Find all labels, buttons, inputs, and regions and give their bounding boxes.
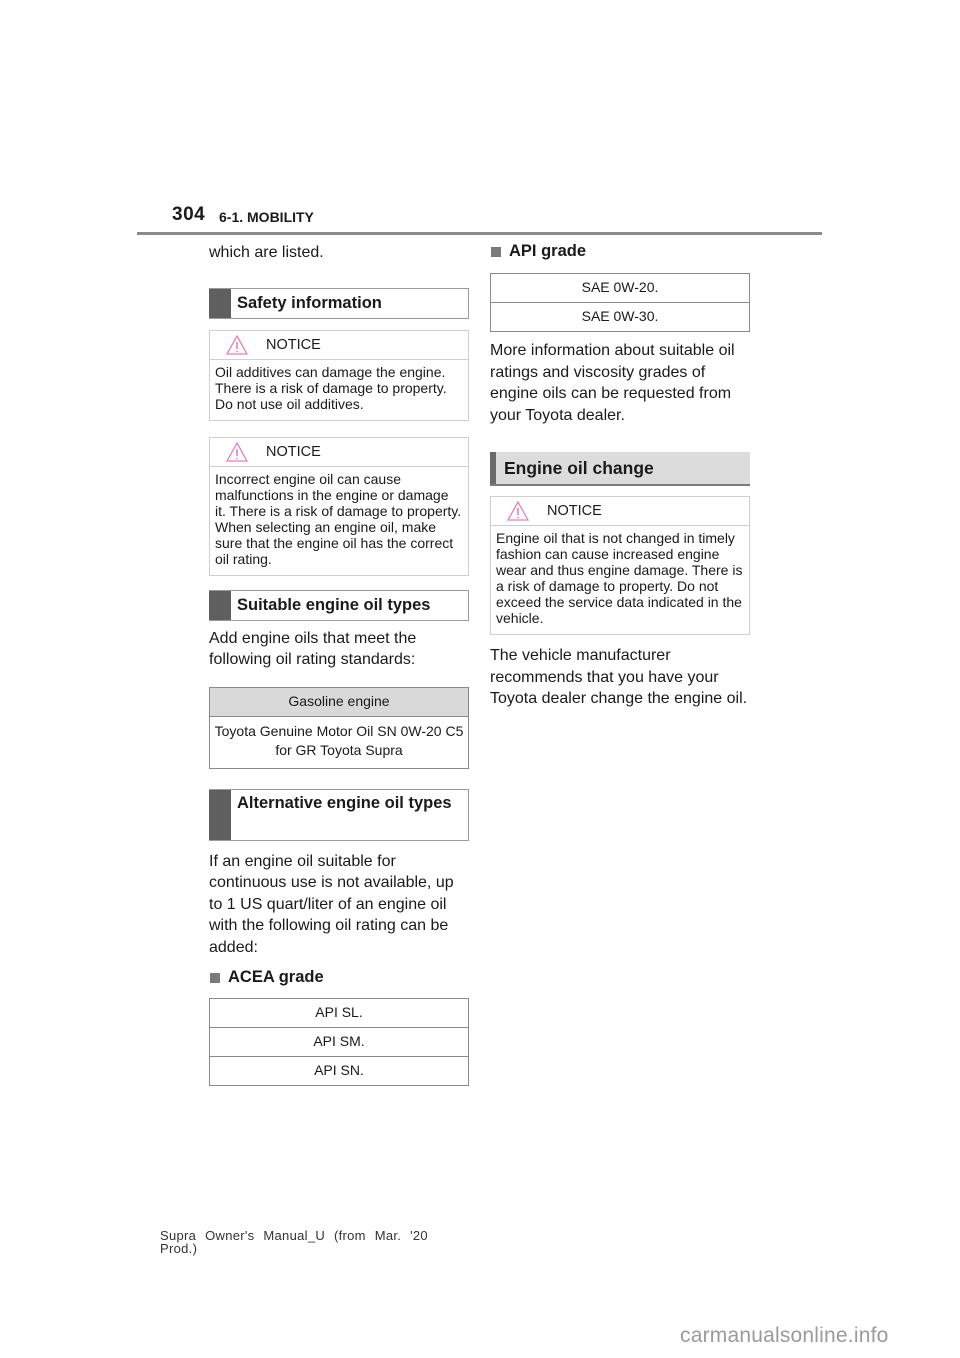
table-row: API SN.	[210, 1056, 468, 1085]
watermark-link[interactable]: carmanualsonline.info	[680, 1324, 889, 1348]
notice-header: NOTICE	[210, 438, 468, 467]
intro-text: which are listed.	[209, 244, 324, 261]
bullet-square-icon	[210, 972, 220, 983]
bullet-heading-text: ACEA grade	[228, 968, 324, 986]
table-row: API SL.	[315, 1004, 363, 1020]
engine-oil-change-heading: Engine oil change	[490, 452, 750, 486]
notice-text: Incorrect engine oil can cause malfuncti…	[215, 470, 462, 567]
suitable-oil-heading: Suitable engine oil types	[209, 589, 469, 621]
heading-text: Safety information	[237, 293, 382, 312]
bullet-square-icon	[491, 246, 501, 257]
notice-text: Oil additives can damage the engine. The…	[215, 363, 447, 412]
heading-text: Suitable engine oil types	[237, 595, 431, 614]
suitable-oil-text: Add engine oils that meet the following …	[209, 629, 417, 669]
recommendation-text: The vehicle manufacturer recommends that…	[490, 647, 748, 707]
table-cell: Toyota Genuine Motor Oil SN 0W-20 C5 for…	[210, 715, 468, 768]
page-number: 304	[172, 204, 206, 225]
table-row: SAE 0W-30.	[491, 302, 749, 331]
table-header: Gasoline engine	[210, 687, 468, 716]
api-grade-table: SAE 0W-20. SAE 0W-30.	[490, 273, 750, 332]
more-info-text: More information about suitable oil rati…	[490, 342, 735, 424]
warning-triangle-icon	[226, 334, 248, 355]
notice-header: NOTICE	[210, 331, 468, 360]
manual-footer: Supra Owner's Manual_U (from Mar. '20 Pr…	[160, 1228, 428, 1256]
notice-label: NOTICE	[266, 336, 321, 353]
acea-grade-heading: ACEA grade	[209, 968, 469, 987]
notice-label: NOTICE	[547, 503, 602, 519]
heading-text: Alternative engine oil types	[237, 793, 452, 812]
acea-grade-table: API SL. API SM. API SN.	[209, 998, 469, 1086]
api-grade-heading: API grade	[490, 242, 750, 261]
table-row: API SM.	[210, 1027, 468, 1056]
warning-triangle-icon	[507, 501, 529, 521]
gasoline-engine-table: Gasoline engine Toyota Genuine Motor Oil…	[209, 686, 469, 769]
notice-box: NOTICE Engine oil that is not changed in…	[490, 496, 750, 635]
heading-bar	[209, 288, 231, 318]
right-column: API grade SAE 0W-20. SAE 0W-30. More inf…	[490, 242, 750, 710]
notice-box: NOTICE Incorrect engine oil can cause ma…	[209, 436, 469, 576]
warning-triangle-icon	[226, 441, 248, 462]
notice-header: NOTICE	[491, 497, 749, 526]
alternative-oil-heading: Alternative engine oil types	[209, 788, 469, 841]
table-row: SAE 0W-20.	[581, 279, 659, 295]
notice-text: Engine oil that is not changed in timely…	[496, 530, 743, 626]
heading-bar	[209, 590, 231, 620]
heading-text: Engine oil change	[504, 458, 654, 478]
header-divider	[137, 232, 822, 235]
notice-label: NOTICE	[266, 443, 321, 460]
safety-info-heading: Safety information	[209, 287, 469, 319]
alternative-oil-text: If an engine oil suitable for continuous…	[209, 852, 454, 956]
bullet-heading-text: API grade	[509, 242, 587, 260]
left-column: which are listed. Safety information NOT…	[209, 242, 469, 1086]
section-title: 6-1. MOBILITY	[219, 209, 314, 225]
notice-box: NOTICE Oil additives can damage the engi…	[209, 329, 469, 421]
heading-bar	[209, 789, 231, 840]
